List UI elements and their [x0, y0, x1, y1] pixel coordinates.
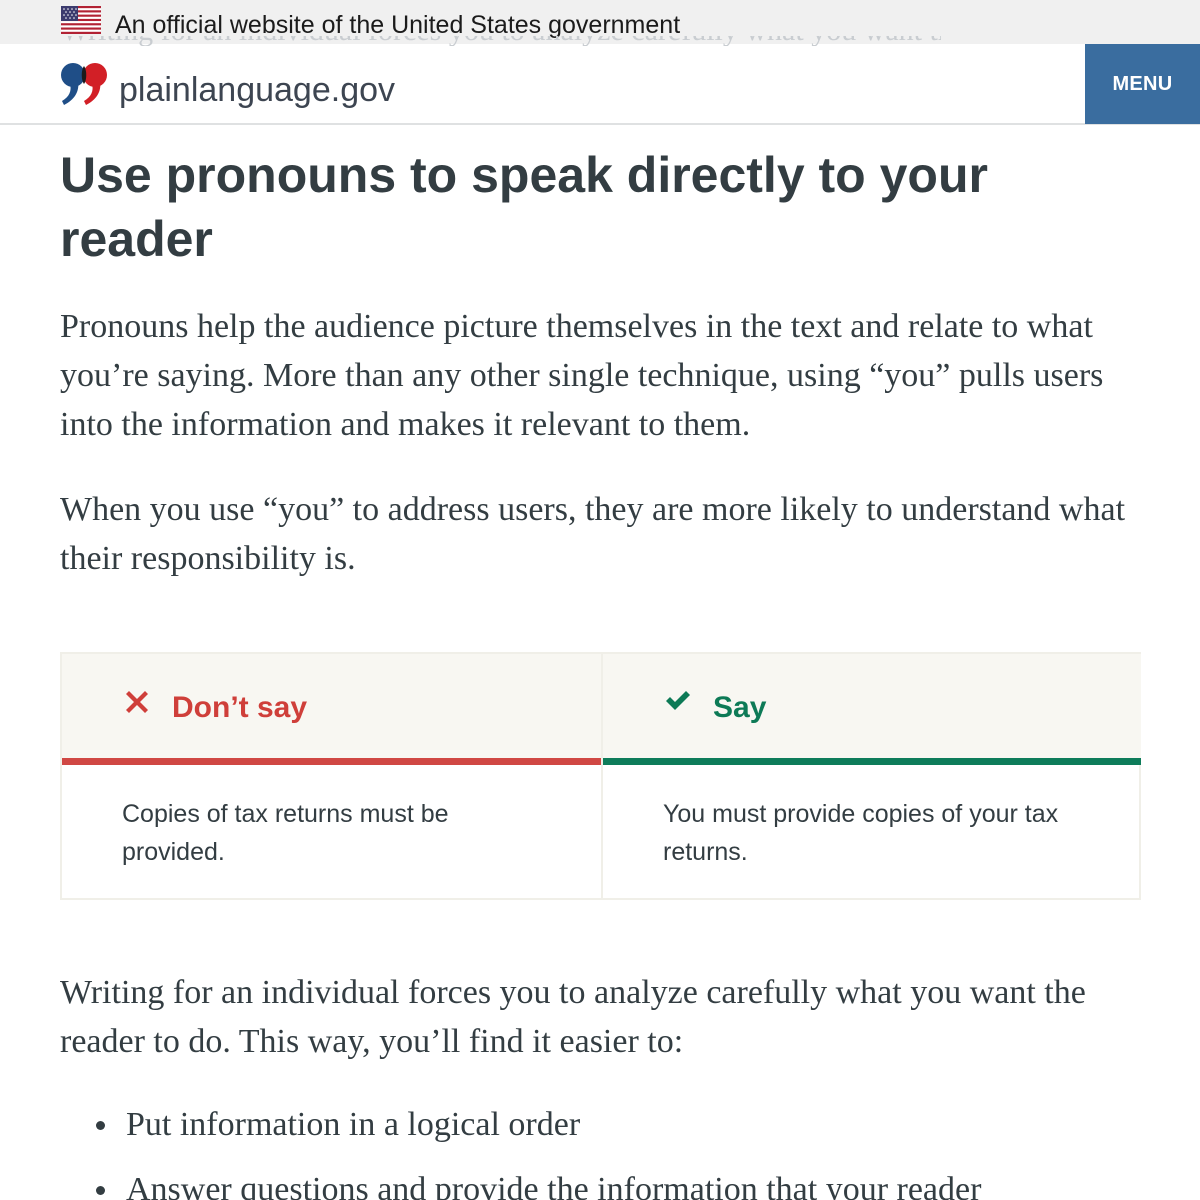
say-divider	[603, 758, 1141, 765]
list-item-text: Put information in a logical order	[126, 1106, 581, 1143]
dont-say-example: Copies of tax returns must be provided.	[122, 800, 449, 866]
list-item: Put information in a logical order	[60, 1100, 1160, 1149]
list-item-text: Answer questions and provide the informa…	[126, 1171, 982, 1200]
say-label: Say	[713, 691, 767, 724]
check-mark-icon	[666, 691, 690, 710]
site-name[interactable]: plainlanguage.gov	[119, 70, 395, 110]
page-title: Use pronouns to speak directly to your r…	[60, 147, 988, 267]
us-flag-icon	[61, 6, 101, 34]
dont-say-label: Don’t say	[172, 691, 308, 724]
list-item: Answer questions and provide the informa…	[60, 1165, 1160, 1200]
ghost-paragraph: Writing for an individual forces you to …	[61, 36, 941, 46]
bullet-icon	[96, 1121, 105, 1130]
quote-marks-logo[interactable]	[60, 60, 110, 108]
responsibility-paragraph: When you use “you” to address users, the…	[60, 491, 1126, 577]
bullet-icon	[96, 1186, 105, 1195]
say-example: You must provide copies of your tax retu…	[663, 800, 1059, 866]
x-mark-icon	[126, 691, 148, 713]
dont-say-header: Don’t say	[62, 654, 601, 758]
dont-say-say-comparison: Don’t say Copies of tax returns must be …	[60, 652, 1141, 900]
intro-paragraph: Pronouns help the audience picture thems…	[60, 308, 1104, 443]
dont-say-column: Don’t say Copies of tax returns must be …	[62, 654, 601, 900]
partially-hidden-text: Writing for an individual forces you to …	[61, 36, 941, 46]
site-header: plainlanguage.gov MENU	[0, 44, 1200, 125]
menu-button[interactable]: MENU	[1085, 44, 1200, 124]
dont-say-divider	[62, 758, 601, 765]
say-column: Say You must provide copies of your tax …	[601, 654, 1141, 900]
say-header: Say	[603, 654, 1141, 758]
benefits-list: Put information in a logical order Answe…	[60, 1100, 1160, 1200]
individual-writing-paragraph: Writing for an individual forces you to …	[60, 974, 1086, 1060]
